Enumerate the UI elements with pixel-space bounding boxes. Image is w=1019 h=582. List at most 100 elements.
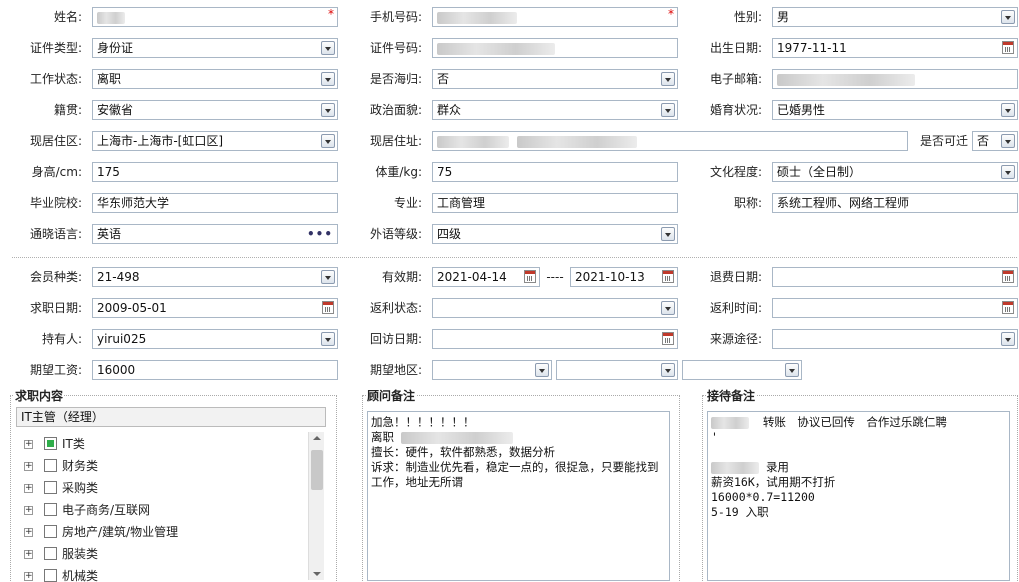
chevron-down-icon[interactable]: [661, 363, 675, 377]
residence-label: 现居住区:: [29, 134, 82, 148]
chevron-down-icon[interactable]: [321, 72, 335, 86]
weight-field[interactable]: 75: [432, 162, 678, 182]
birth-date-field[interactable]: 1977-11-11: [772, 38, 1018, 58]
mobile-field[interactable]: *: [432, 7, 678, 27]
job-date-field[interactable]: 2009-05-01: [92, 298, 338, 318]
language-value: 英语: [97, 227, 122, 241]
address-field[interactable]: [432, 131, 908, 151]
job-content-selected[interactable]: IT主管（经理）: [16, 407, 326, 427]
checkbox[interactable]: [44, 503, 57, 516]
region-city-select[interactable]: [556, 360, 678, 380]
chevron-down-icon[interactable]: [321, 134, 335, 148]
expand-icon[interactable]: +: [24, 550, 33, 559]
height-field[interactable]: 175: [92, 162, 338, 182]
chevron-down-icon[interactable]: [1001, 10, 1015, 24]
salary-field[interactable]: 16000: [92, 360, 338, 380]
political-select[interactable]: 群众: [432, 100, 678, 120]
relocate-select[interactable]: 否: [972, 131, 1018, 151]
political-label: 政治面貌:: [369, 103, 422, 117]
title-field[interactable]: 系统工程师、网络工程师: [772, 193, 1018, 213]
chevron-down-icon[interactable]: [321, 270, 335, 284]
chevron-down-icon[interactable]: [661, 103, 675, 117]
chevron-down-icon[interactable]: [661, 227, 675, 241]
calendar-icon[interactable]: [322, 301, 334, 314]
more-options-button[interactable]: •••: [307, 225, 333, 243]
scroll-thumb[interactable]: [311, 450, 323, 490]
expand-icon[interactable]: +: [24, 462, 33, 471]
id-type-select[interactable]: 身份证: [92, 38, 338, 58]
calendar-icon[interactable]: [524, 270, 536, 283]
valid-from-field[interactable]: 2021-04-14: [432, 267, 540, 287]
checkbox[interactable]: [44, 481, 57, 494]
tree-scrollbar[interactable]: [308, 432, 324, 580]
valid-to-field[interactable]: 2021-10-13: [570, 267, 678, 287]
native-select[interactable]: 安徽省: [92, 100, 338, 120]
note-line: 擅长：硬件，软件都熟悉，数据分析: [371, 445, 555, 459]
reception-notes-textarea[interactable]: 转账 协议已回传 合作过乐跳仁聘 ' 录用 薪资16K，试用期不打折 16000*0.…: [707, 411, 1010, 581]
chevron-down-icon[interactable]: [1001, 103, 1015, 117]
source-select[interactable]: [772, 329, 1018, 349]
expand-icon[interactable]: +: [24, 528, 33, 537]
calendar-icon[interactable]: [662, 332, 674, 345]
salary-value: 16000: [97, 363, 136, 377]
chevron-down-icon[interactable]: [321, 332, 335, 346]
gender-select[interactable]: 男: [772, 7, 1018, 27]
school-label: 毕业院校:: [29, 196, 82, 210]
tree-item-label: IT类: [62, 437, 85, 451]
holder-select[interactable]: yirui025: [92, 329, 338, 349]
mobile-label: 手机号码:: [369, 10, 422, 24]
checkbox[interactable]: [44, 569, 57, 582]
chevron-down-icon[interactable]: [1001, 332, 1015, 346]
rebate-status-select[interactable]: [432, 298, 678, 318]
id-no-field[interactable]: [432, 38, 678, 58]
scroll-down-icon[interactable]: [313, 572, 321, 576]
visit-date-field[interactable]: [432, 329, 678, 349]
rebate-time-field[interactable]: [772, 298, 1018, 318]
calendar-icon[interactable]: [1002, 41, 1014, 54]
school-field[interactable]: 华东师范大学: [92, 193, 338, 213]
chevron-down-icon[interactable]: [535, 363, 549, 377]
expand-icon[interactable]: +: [24, 572, 33, 581]
overseas-select[interactable]: 否: [432, 69, 678, 89]
note-line: 16000*0.7=11200: [711, 490, 815, 504]
checkbox[interactable]: [44, 525, 57, 538]
source-label: 来源途径:: [709, 332, 762, 346]
calendar-icon[interactable]: [662, 270, 674, 283]
chevron-down-icon[interactable]: [785, 363, 799, 377]
chevron-down-icon[interactable]: [661, 301, 675, 315]
major-value: 工商管理: [437, 196, 486, 210]
chevron-down-icon[interactable]: [321, 103, 335, 117]
school-value: 华东师范大学: [97, 196, 170, 210]
region-province-select[interactable]: [432, 360, 552, 380]
education-label: 文化程度:: [709, 165, 762, 179]
checkbox[interactable]: [44, 547, 57, 560]
work-status-select[interactable]: 离职: [92, 69, 338, 89]
email-field[interactable]: [772, 69, 1018, 89]
foreign-level-select[interactable]: 四级: [432, 224, 678, 244]
tree-item-label: 采购类: [62, 481, 99, 495]
region-district-select[interactable]: [682, 360, 802, 380]
residence-select[interactable]: 上海市-上海市-[虹口区]: [92, 131, 338, 151]
language-field[interactable]: 英语 •••: [92, 224, 338, 244]
education-select[interactable]: 硕士（全日制）: [772, 162, 1018, 182]
checkbox[interactable]: [44, 459, 57, 472]
name-field[interactable]: *: [92, 7, 338, 27]
expand-icon[interactable]: +: [24, 506, 33, 515]
refund-date-field[interactable]: [772, 267, 1018, 287]
major-field[interactable]: 工商管理: [432, 193, 678, 213]
advisor-notes-textarea[interactable]: 加急！！！！！！！ 离职 擅长：硬件，软件都熟悉，数据分析 诉求：制造业优先看，稳定…: [367, 411, 670, 581]
checkbox[interactable]: [44, 437, 57, 450]
chevron-down-icon[interactable]: [321, 41, 335, 55]
member-type-select[interactable]: 21-498: [92, 267, 338, 287]
chevron-down-icon[interactable]: [661, 72, 675, 86]
scroll-up-icon[interactable]: [313, 436, 321, 440]
calendar-icon[interactable]: [1002, 301, 1014, 314]
name-label: 姓名:: [53, 10, 82, 24]
redacted-text: [711, 416, 749, 429]
chevron-down-icon[interactable]: [1001, 165, 1015, 179]
expand-icon[interactable]: +: [24, 440, 33, 449]
marital-select[interactable]: 已婚男性: [772, 100, 1018, 120]
calendar-icon[interactable]: [1002, 270, 1014, 283]
expand-icon[interactable]: +: [24, 484, 33, 493]
chevron-down-icon[interactable]: [1001, 134, 1015, 148]
